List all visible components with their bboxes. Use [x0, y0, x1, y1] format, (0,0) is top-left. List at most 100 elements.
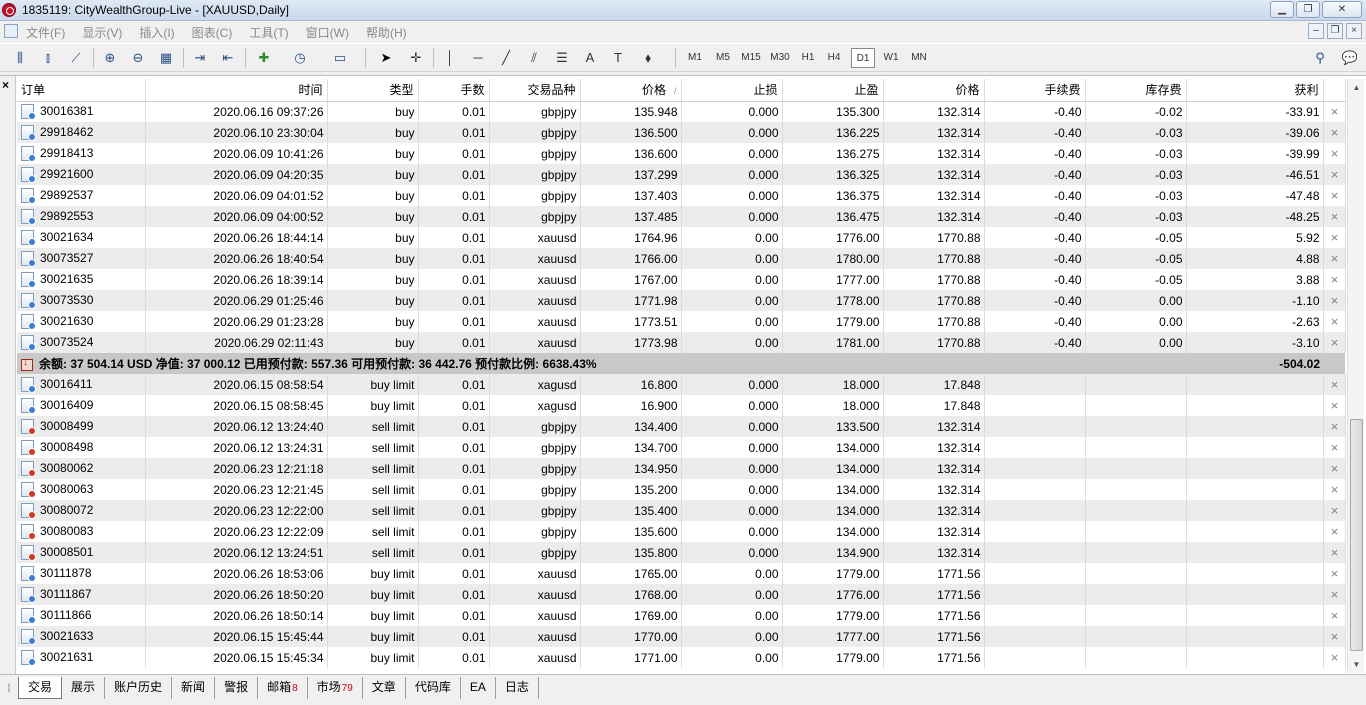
line-chart-icon[interactable]: ⟋ — [65, 47, 87, 69]
close-icon[interactable]: × — [2, 78, 14, 92]
crosshair-icon[interactable]: ✛ — [405, 47, 427, 69]
timeframe-mn[interactable]: MN — [907, 48, 931, 68]
table-row[interactable]: 30021631 2020.06.15 15:45:34 buy limit 0.01… — [17, 647, 1346, 668]
table-row[interactable]: 30080083 2020.06.23 12:22:09 sell limit 0.0… — [17, 521, 1346, 542]
close-order-icon[interactable]: × — [1328, 608, 1342, 623]
mdi-close-button[interactable]: × — [1346, 23, 1362, 39]
table-row[interactable]: 29921600 2020.06.09 04:20:35 buy 0.01 gbpjpy… — [17, 164, 1346, 185]
tab-5[interactable]: 邮箱8 — [258, 677, 308, 699]
close-order-icon[interactable]: × — [1328, 314, 1342, 329]
timeframe-h4[interactable]: H4 — [823, 48, 845, 68]
table-row[interactable]: 30021633 2020.06.15 15:45:44 buy limit 0.01… — [17, 626, 1346, 647]
timeframe-m30[interactable]: M30 — [766, 48, 794, 68]
chat-icon[interactable]: 💬 — [1340, 48, 1360, 68]
trendline-icon[interactable]: ╱ — [495, 47, 517, 69]
table-row[interactable]: 30008501 2020.06.12 13:24:51 sell limit 0.0… — [17, 542, 1346, 563]
close-order-icon[interactable]: × — [1328, 482, 1342, 497]
scroll-down-icon[interactable]: ▼ — [1348, 656, 1365, 673]
templates-icon[interactable]: ▭ — [329, 47, 351, 69]
close-order-icon[interactable]: × — [1328, 629, 1342, 644]
menu-item-2[interactable]: 插入(I) — [139, 24, 174, 41]
terminal-grip-icon[interactable]: ⁞ — [2, 677, 16, 701]
table-row[interactable]: 30021635 2020.06.26 18:39:14 buy 0.01 xauusd… — [17, 269, 1346, 290]
table-row[interactable]: 30073527 2020.06.26 18:40:54 buy 0.01 xauusd… — [17, 248, 1346, 269]
close-order-icon[interactable]: × — [1328, 272, 1342, 287]
column-header-current-price[interactable]: 价格 — [883, 79, 985, 102]
auto-scroll-icon[interactable]: ⇥ — [189, 47, 211, 69]
menu-item-4[interactable]: 工具(T) — [249, 24, 288, 41]
column-header-profit[interactable]: 获利 — [1186, 79, 1324, 102]
column-header-type[interactable]: 类型 — [327, 79, 419, 102]
close-order-icon[interactable]: × — [1328, 146, 1342, 161]
tab-9[interactable]: EA — [461, 677, 496, 699]
mdi-restore-button[interactable]: ❐ — [1327, 23, 1343, 39]
column-header-symbol[interactable]: 交易品种 — [489, 79, 581, 102]
minimize-button[interactable]: ▁ — [1270, 1, 1294, 18]
tab-4[interactable]: 警报 — [215, 677, 259, 699]
menu-item-3[interactable]: 图表(C) — [192, 24, 233, 41]
arrows-icon[interactable]: ⬧ — [637, 47, 659, 69]
chart-shift-icon[interactable]: ⇤ — [217, 47, 239, 69]
close-order-icon[interactable]: × — [1328, 398, 1342, 413]
zoom-in-icon[interactable]: ⊕ — [99, 47, 121, 69]
tab-10[interactable]: 日志 — [496, 677, 539, 699]
cursor-icon[interactable]: ➤ — [375, 47, 397, 69]
equidistant-channel-icon[interactable]: ⫽ — [523, 47, 545, 69]
column-header-ticket[interactable]: 订单 — [17, 79, 146, 102]
close-order-icon[interactable]: × — [1328, 125, 1342, 140]
close-order-icon[interactable]: × — [1328, 167, 1342, 182]
table-row[interactable]: 30080063 2020.06.23 12:21:45 sell limit 0.0… — [17, 479, 1346, 500]
candlestick-chart-icon[interactable]: ⫾ — [37, 47, 59, 69]
table-row[interactable]: 30008498 2020.06.12 13:24:31 sell limit 0.0… — [17, 437, 1346, 458]
column-header-swap[interactable]: 库存费 — [1085, 79, 1187, 102]
timeframe-m15[interactable]: M15 — [737, 48, 765, 68]
table-row[interactable]: 29918462 2020.06.10 23:30:04 buy 0.01 gbpjpy… — [17, 122, 1346, 143]
close-order-icon[interactable]: × — [1328, 335, 1342, 350]
column-header-time[interactable]: 时间 — [145, 79, 328, 102]
close-order-icon[interactable]: × — [1328, 440, 1342, 455]
table-row[interactable]: 30080072 2020.06.23 12:22:00 sell limit 0.0… — [17, 500, 1346, 521]
table-row[interactable]: 30021634 2020.06.26 18:44:14 buy 0.01 xauusd… — [17, 227, 1346, 248]
zoom-out-icon[interactable]: ⊖ — [127, 47, 149, 69]
menu-item-0[interactable]: 文件(F) — [26, 24, 65, 41]
close-order-icon[interactable]: × — [1328, 419, 1342, 434]
close-order-icon[interactable]: × — [1328, 230, 1342, 245]
bar-chart-icon[interactable]: ⫼ — [9, 47, 31, 69]
search-icon[interactable]: ⚲ — [1310, 48, 1330, 68]
close-order-icon[interactable]: × — [1328, 503, 1342, 518]
vertical-scrollbar[interactable]: ▲ ▼ — [1347, 79, 1364, 673]
tab-6[interactable]: 市场79 — [308, 677, 363, 699]
close-order-icon[interactable]: × — [1328, 209, 1342, 224]
scroll-thumb[interactable] — [1350, 419, 1363, 651]
timeframe-h1[interactable]: H1 — [797, 48, 819, 68]
close-order-icon[interactable]: × — [1328, 377, 1342, 392]
table-row[interactable]: 30111878 2020.06.26 18:53:06 buy limit 0.01… — [17, 563, 1346, 584]
table-row[interactable]: 30080062 2020.06.23 12:21:18 sell limit 0.0… — [17, 458, 1346, 479]
close-order-icon[interactable]: × — [1328, 293, 1342, 308]
close-button[interactable]: ✕ — [1322, 1, 1362, 18]
table-row[interactable]: 30016409 2020.06.15 08:58:45 buy limit 0.01… — [17, 395, 1346, 416]
close-order-icon[interactable]: × — [1328, 251, 1342, 266]
close-order-icon[interactable]: × — [1328, 104, 1342, 119]
tile-windows-icon[interactable]: ▦ — [155, 47, 177, 69]
horizontal-line-icon[interactable]: ─ — [467, 47, 489, 69]
tab-1[interactable]: 展示 — [62, 677, 106, 699]
close-order-icon[interactable]: × — [1328, 188, 1342, 203]
mdi-minimize-button[interactable]: – — [1308, 23, 1324, 39]
table-row[interactable]: 30008499 2020.06.12 13:24:40 sell limit 0.0… — [17, 416, 1346, 437]
timeframe-w1[interactable]: W1 — [879, 48, 903, 68]
close-order-icon[interactable]: × — [1328, 545, 1342, 560]
vertical-line-icon[interactable]: │ — [439, 47, 461, 69]
table-row[interactable]: 30073524 2020.06.29 02:11:43 buy 0.01 xauusd… — [17, 332, 1346, 353]
table-row[interactable]: 30021630 2020.06.29 01:23:28 buy 0.01 xauusd… — [17, 311, 1346, 332]
tab-3[interactable]: 新闻 — [172, 677, 216, 699]
tab-7[interactable]: 文章 — [363, 677, 406, 699]
tab-2[interactable]: 账户历史 — [105, 677, 173, 699]
tab-0[interactable]: 交易 — [18, 677, 63, 699]
indicators-icon[interactable]: ✚ — [253, 47, 275, 69]
menu-item-6[interactable]: 帮助(H) — [366, 24, 407, 41]
column-header-lots[interactable]: 手数 — [418, 79, 490, 102]
text-tool-icon[interactable]: A — [579, 47, 601, 69]
timeframe-m1[interactable]: M1 — [683, 48, 707, 68]
close-order-icon[interactable]: × — [1328, 566, 1342, 581]
